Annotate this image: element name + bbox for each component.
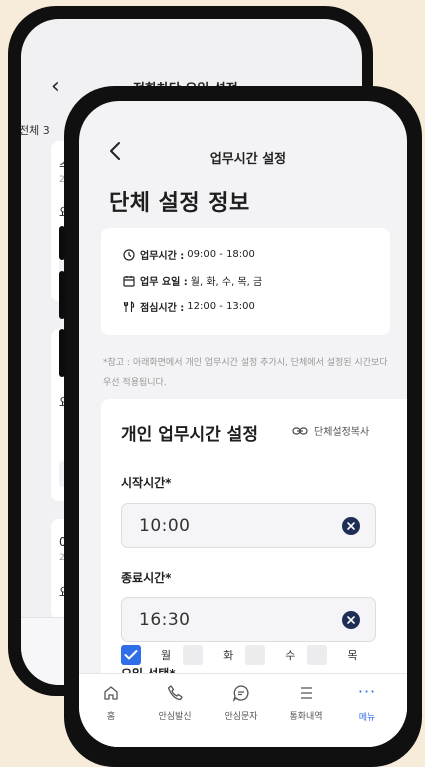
day-checkbox-group: 월화수목 [121, 645, 370, 665]
back-phone-back-icon[interactable]: ‹ [51, 74, 60, 99]
checkbox[interactable] [121, 645, 141, 665]
nav-safe-message-label: 안심문자 [224, 712, 258, 722]
copy-group-settings-label: 단체설정복사 [314, 427, 370, 438]
message-icon [232, 685, 249, 702]
day-label: 목 [347, 649, 358, 662]
start-time-input[interactable]: 10:00 [121, 503, 376, 548]
nav-call-history-label: 통화내역 [289, 712, 323, 722]
nav-safe-message[interactable]: 안심문자 [211, 684, 271, 722]
work-days-row: 업무 요일 : 월, 화, 수, 목, 금 [123, 273, 262, 288]
side-button [59, 271, 65, 319]
nav-call-history[interactable]: 통화내역 [276, 684, 336, 722]
lunch-label: 점심시간 : [140, 303, 185, 314]
end-time-label: 종료시간* [121, 571, 172, 585]
utensils-icon [123, 300, 135, 312]
list-icon [301, 687, 312, 699]
personal-settings-title: 개인 업무시간 설정 [121, 425, 258, 445]
work-time-value: 09:00 - 18:00 [187, 249, 255, 260]
day-label: 월 [161, 649, 172, 662]
day-checkbox-2[interactable]: 수 [245, 645, 295, 665]
checkbox[interactable] [307, 645, 328, 665]
lunch-row: 점심시간 : 12:00 - 13:00 [123, 299, 255, 314]
day-checkbox-0[interactable]: 월 [121, 645, 171, 665]
clear-start-time-button[interactable] [342, 517, 360, 535]
copy-group-settings-button[interactable]: 단체설정복사 [292, 423, 369, 438]
check-icon [124, 650, 138, 660]
day-checkbox-1[interactable]: 화 [183, 645, 233, 665]
group-info-card: 업무시간 : 09:00 - 18:00 업무 요일 : 월, 화, 수, 목,… [101, 228, 390, 335]
checkbox[interactable] [245, 645, 266, 665]
nav-safe-call[interactable]: 안심발신 [145, 684, 205, 722]
side-button [59, 329, 65, 377]
nav-home[interactable]: 홈 [81, 684, 141, 722]
day-checkbox-3[interactable]: 목 [307, 645, 358, 665]
phone-icon [167, 685, 183, 701]
app-header: 업무시간 설정 [79, 141, 407, 171]
nav-home-label: 홈 [106, 712, 116, 722]
front-phone: 업무시간 설정 단체 설정 정보 업무시간 : 09:00 - 18:00 업무… [59, 86, 422, 767]
section-title: 단체 설정 정보 [109, 191, 250, 216]
nav-menu-label: 메뉴 [358, 713, 376, 723]
clear-icon [347, 522, 355, 530]
end-time-input[interactable]: 16:30 [121, 597, 376, 642]
side-button [59, 226, 65, 260]
clear-end-time-button[interactable] [342, 611, 360, 629]
day-label: 수 [285, 649, 296, 662]
start-time-value: 10:00 [139, 516, 191, 536]
work-days-value: 월, 화, 수, 목, 금 [190, 277, 263, 288]
lunch-value: 12:00 - 13:00 [187, 301, 255, 312]
home-icon [104, 686, 118, 700]
work-time-row: 업무시간 : 09:00 - 18:00 [123, 247, 255, 262]
work-days-label: 업무 요일 : [140, 277, 188, 288]
page-title: 업무시간 설정 [209, 152, 287, 167]
calendar-icon [123, 275, 135, 287]
nav-safe-call-label: 안심발신 [158, 712, 192, 722]
checkbox[interactable] [183, 645, 204, 665]
front-phone-screen: 업무시간 설정 단체 설정 정보 업무시간 : 09:00 - 18:00 업무… [79, 101, 407, 747]
work-time-label: 업무시간 : [140, 251, 185, 262]
clock-icon [123, 248, 135, 261]
more-icon: ··· [357, 682, 377, 701]
bottom-nav: 홈 안심발신 안심문자 통화내역 ··· 메뉴 [79, 673, 407, 747]
end-time-value: 16:30 [139, 610, 191, 630]
link-icon [292, 426, 308, 435]
day-label: 화 [223, 649, 234, 662]
start-time-label: 시작시간* [121, 476, 172, 490]
note-text: *참고 : 아래화면에서 개인 업무시간 설정 추가시, 단체에서 설정된 시간… [103, 358, 388, 388]
back-phone-count: 전체 3 [21, 124, 50, 137]
nav-menu[interactable]: ··· 메뉴 [337, 682, 397, 724]
clear-icon [347, 616, 355, 624]
